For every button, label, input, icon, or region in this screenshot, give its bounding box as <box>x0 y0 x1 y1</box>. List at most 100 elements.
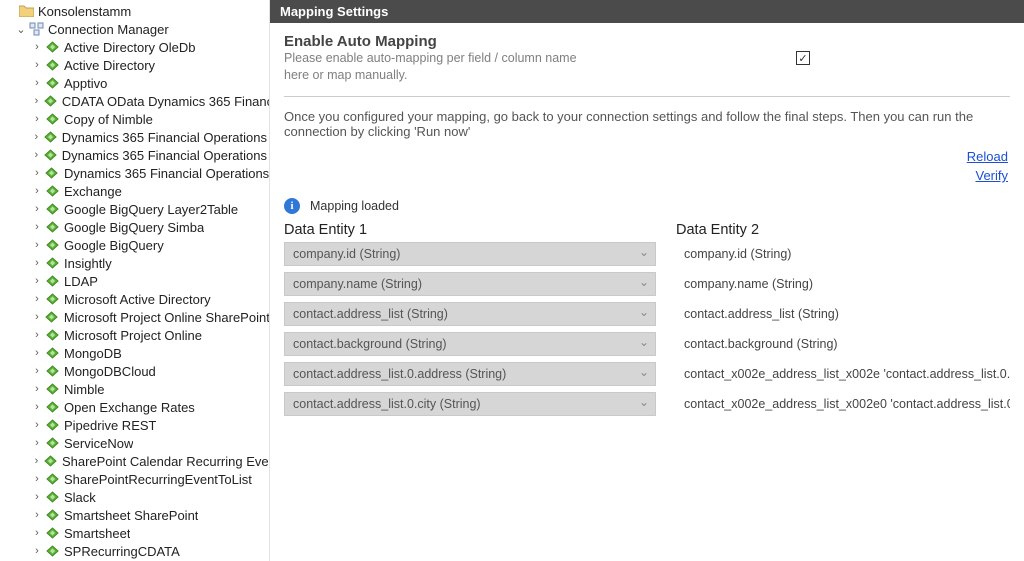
tree-item-label: Copy of Nimble <box>64 112 153 127</box>
tree-item-label: Apptivo <box>64 76 107 91</box>
entity2-field: contact_x002e_address_list_x002e 'contac… <box>676 362 1010 386</box>
chevron-right-icon[interactable]: › <box>30 329 44 341</box>
tree-item[interactable]: ›Pipedrive REST <box>0 416 269 434</box>
chevron-right-icon[interactable]: › <box>30 203 44 215</box>
reload-link[interactable]: Reload <box>284 147 1008 167</box>
chevron-right-icon[interactable]: › <box>30 455 43 467</box>
chevron-down-icon[interactable]: ⌄ <box>14 23 28 36</box>
tree-item[interactable]: › Google BigQuery Simba <box>0 218 269 236</box>
chevron-right-icon[interactable]: › <box>30 77 44 89</box>
tree-item[interactable]: ›ServiceNow <box>0 434 269 452</box>
tree-item[interactable]: ›Active Directory <box>0 56 269 74</box>
tree-item[interactable]: ›Dynamics 365 Financial Operations OA <box>0 128 269 146</box>
chevron-right-icon[interactable]: › <box>30 59 44 71</box>
tree-item[interactable]: › MongoDBCloud <box>0 362 269 380</box>
tree-item[interactable]: ›Active Directory OleDb <box>0 38 269 56</box>
tree-root[interactable]: ▸ Konsolenstamm <box>0 2 269 20</box>
chevron-right-icon[interactable]: › <box>30 365 44 377</box>
entity2-field: company.name (String) <box>676 272 1010 296</box>
chevron-right-icon[interactable]: › <box>30 347 44 359</box>
entity1-field-dropdown[interactable]: contact.address_list (String) <box>284 302 656 326</box>
tree-item-label: LDAP <box>64 274 98 289</box>
connection-icon <box>44 345 60 361</box>
tree-item-label: Exchange <box>64 184 122 199</box>
chevron-right-icon[interactable]: › <box>30 131 43 143</box>
mapping-row: company.name (String) company.name (Strin… <box>284 272 1010 296</box>
connection-icon <box>44 201 60 217</box>
tree-item[interactable]: ›Slack <box>0 488 269 506</box>
connection-icon <box>44 417 60 433</box>
chevron-right-icon[interactable]: › <box>30 545 44 557</box>
connection-icon <box>44 507 60 523</box>
tree-item[interactable]: ›CDATA OData Dynamics 365 Financial <box>0 92 269 110</box>
folder-icon <box>18 3 34 19</box>
chevron-right-icon[interactable]: › <box>30 527 44 539</box>
tree-item[interactable]: ›Nimble <box>0 380 269 398</box>
entity1-header: Data Entity 1 <box>284 222 656 238</box>
manager-icon <box>28 21 44 37</box>
chevron-right-icon[interactable]: › <box>30 509 44 521</box>
chevron-right-icon[interactable]: › <box>30 113 44 125</box>
chevron-right-icon[interactable]: › <box>30 167 44 179</box>
entity1-field-dropdown[interactable]: contact.address_list.0.address (String) <box>284 362 656 386</box>
tree-item[interactable]: ›Google BigQuery Layer2Table <box>0 200 269 218</box>
tree-item[interactable]: ›Dynamics 365 Financial Operations OA <box>0 146 269 164</box>
connection-icon <box>44 363 60 379</box>
tree-connection-manager[interactable]: ⌄ Connection Manager <box>0 20 269 38</box>
tree-item[interactable]: › Insightly <box>0 254 269 272</box>
connection-icon <box>44 57 60 73</box>
connection-icon <box>43 129 58 145</box>
entity1-field-dropdown[interactable]: company.name (String) <box>284 272 656 296</box>
tree-item[interactable]: › SharePointRecurringEventToList <box>0 470 269 488</box>
tree-item[interactable]: ›Microsoft Project Online <box>0 326 269 344</box>
tree-item[interactable]: ›Open Exchange Rates <box>0 398 269 416</box>
chevron-right-icon[interactable]: › <box>30 437 44 449</box>
chevron-right-icon[interactable]: › <box>30 491 44 503</box>
chevron-right-icon[interactable]: › <box>30 311 44 323</box>
tree-item[interactable]: ›MongoDB <box>0 344 269 362</box>
entity2-field: contact.address_list (String) <box>676 302 1010 326</box>
chevron-right-icon[interactable]: › <box>30 257 44 269</box>
tree-item[interactable]: ›Dynamics 365 Financial Operations <box>0 164 269 182</box>
chevron-right-icon[interactable]: › <box>30 221 44 233</box>
entity2-field: company.id (String) <box>676 242 1010 266</box>
connection-icon <box>44 399 60 415</box>
tree-item-label: SharePointRecurringEventToList <box>64 472 252 487</box>
chevron-right-icon[interactable]: › <box>30 401 44 413</box>
tree-item[interactable]: › LDAP <box>0 272 269 290</box>
tree-item-label: Smartsheet SharePoint <box>64 508 198 523</box>
chevron-right-icon[interactable]: › <box>30 95 43 107</box>
chevron-right-icon[interactable]: › <box>30 383 44 395</box>
tree-item-label: Insightly <box>64 256 112 271</box>
tree-item[interactable]: › Copy of Nimble <box>0 110 269 128</box>
enable-auto-mapping-checkbox[interactable]: ✓ <box>796 51 810 65</box>
tree-item[interactable]: › Microsoft Active Directory <box>0 290 269 308</box>
chevron-right-icon[interactable]: › <box>30 239 44 251</box>
chevron-right-icon[interactable]: › <box>30 293 44 305</box>
chevron-right-icon[interactable]: › <box>30 149 43 161</box>
tree-item[interactable]: › Smartsheet <box>0 524 269 542</box>
mapping-row: company.id (String) company.id (String) <box>284 242 1010 266</box>
tree-item-label: Google BigQuery Simba <box>64 220 204 235</box>
entity1-field-dropdown[interactable]: contact.address_list.0.city (String) <box>284 392 656 416</box>
verify-link[interactable]: Verify <box>284 166 1008 186</box>
chevron-right-icon[interactable]: › <box>30 473 44 485</box>
tree-view[interactable]: ▸ Konsolenstamm ⌄ Connection Manager ›Ac… <box>0 0 270 561</box>
tree-item[interactable]: › Apptivo <box>0 74 269 92</box>
tree-item-label: Smartsheet <box>64 526 130 541</box>
connection-icon <box>43 93 58 109</box>
tree-item-label: Microsoft Active Directory <box>64 292 211 307</box>
chevron-right-icon[interactable]: › <box>30 185 44 197</box>
tree-item[interactable]: ›SharePoint Calendar Recurring Events <box>0 452 269 470</box>
tree-item[interactable]: ›Microsoft Project Online SharePoint <box>0 308 269 326</box>
entity1-field-dropdown[interactable]: contact.background (String) <box>284 332 656 356</box>
chevron-right-icon[interactable]: › <box>30 419 44 431</box>
tree-item[interactable]: › Exchange <box>0 182 269 200</box>
tree-item-label: MongoDBCloud <box>64 364 156 379</box>
tree-item[interactable]: › Smartsheet SharePoint <box>0 506 269 524</box>
entity1-field-dropdown[interactable]: company.id (String) <box>284 242 656 266</box>
chevron-right-icon[interactable]: › <box>30 275 44 287</box>
chevron-right-icon[interactable]: › <box>30 41 44 53</box>
tree-item[interactable]: ›SPRecurringCDATA <box>0 542 269 560</box>
tree-item[interactable]: ›Google BigQuery <box>0 236 269 254</box>
